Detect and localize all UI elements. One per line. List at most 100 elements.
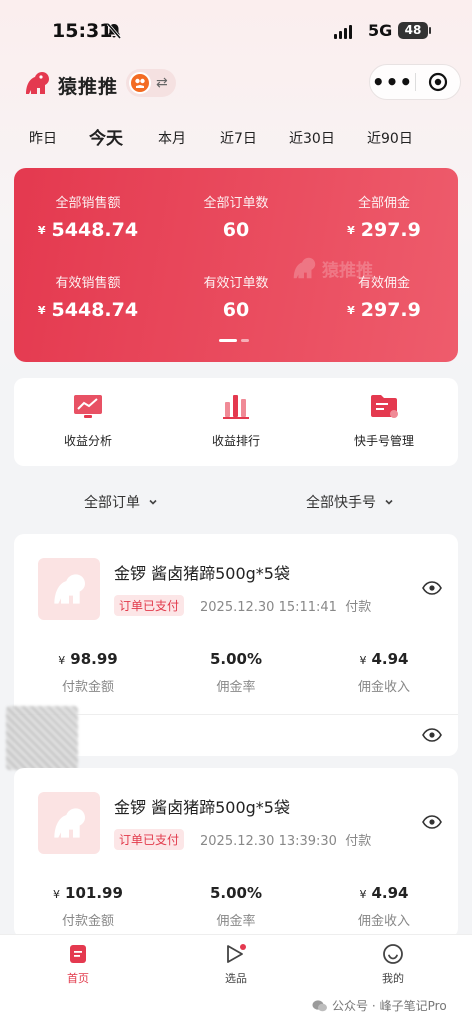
payment-amount: ¥101.99 付款金额 — [14, 884, 162, 929]
tab-today[interactable]: 今天 — [89, 124, 123, 149]
order-card[interactable]: 金锣 酱卤猪蹄500g*5袋 订单已支付 2025.12.30 15:11:41… — [14, 534, 458, 756]
currency-symbol: ¥ — [359, 888, 367, 901]
valid-commission-value: 297.9 — [360, 299, 421, 321]
smile-icon — [383, 944, 403, 964]
menu-earnings-ranking[interactable]: 收益排行 — [162, 392, 310, 449]
product-title: 金锣 酱卤猪蹄500g*5袋 — [114, 798, 290, 817]
commission-income-label: 佣金收入 — [357, 914, 410, 929]
tab-last-7-days[interactable]: 近7日 — [220, 128, 257, 148]
close-miniprogram-icon[interactable] — [416, 72, 460, 92]
signal-icon — [334, 25, 352, 39]
watermark-name: 峰子笔记Pro — [379, 999, 447, 1013]
chevron-down-icon — [149, 499, 157, 505]
order-time: 2025.12.30 13:39:30 付款 — [200, 830, 371, 849]
currency-symbol: ¥ — [37, 304, 46, 317]
order-time-suffix: 付款 — [345, 600, 372, 615]
wechat-icon — [312, 999, 327, 1011]
nav-label: 首页 — [67, 972, 89, 985]
bar-chart-icon — [223, 395, 249, 419]
currency-symbol: ¥ — [58, 654, 66, 667]
nav-mine[interactable]: 我的 — [353, 943, 433, 986]
bell-muted-icon — [106, 22, 122, 44]
currency-symbol: ¥ — [347, 224, 355, 237]
commission-rate: 5.00% 佣金率 — [162, 650, 310, 695]
placeholder-logo-icon — [54, 574, 85, 604]
placeholder-logo-icon — [54, 808, 85, 838]
battery-icon: 48 — [398, 22, 431, 39]
total-commission-stat: 全部佣金 ¥297.9 — [310, 192, 458, 241]
product-title: 金锣 酱卤猪蹄500g*5袋 — [114, 564, 290, 583]
play-icon — [227, 944, 246, 963]
valid-commission-stat: 有效佣金 ¥297.9 — [310, 272, 458, 321]
currency-symbol: ¥ — [347, 304, 355, 317]
order-timestamp: 2025.12.30 15:11:41 — [200, 600, 337, 615]
tab-last-30-days[interactable]: 近30日 — [289, 128, 335, 148]
commission-rate-unit: % — [246, 650, 263, 668]
folder-icon — [371, 395, 398, 418]
currency-symbol: ¥ — [359, 654, 367, 667]
tab-last-90-days[interactable]: 近90日 — [367, 128, 413, 148]
commission-income-label: 佣金收入 — [357, 680, 410, 695]
account-filter-dropdown[interactable]: 全部快手号 — [306, 492, 394, 512]
commission-rate-unit: % — [246, 884, 263, 902]
app-logo-icon — [22, 68, 52, 102]
order-card[interactable]: 金锣 酱卤猪蹄500g*5袋 订单已支付 2025.12.30 13:39:30… — [14, 768, 458, 938]
total-orders-value: 60 — [222, 219, 250, 241]
total-commission-label: 全部佣金 — [357, 196, 410, 211]
chevron-down-icon — [385, 499, 393, 505]
commission-income: ¥4.94 佣金收入 — [310, 650, 458, 695]
commission-rate: 5.00% 佣金率 — [162, 884, 310, 929]
quick-menu: 收益分析 收益排行 快手号管理 — [14, 378, 458, 466]
valid-commission-label: 有效佣金 — [357, 276, 410, 291]
valid-orders-stat: 有效订单数 60 — [162, 272, 310, 321]
order-filter-dropdown[interactable]: 全部订单 — [84, 492, 158, 512]
commission-income-value: 4.94 — [371, 884, 409, 902]
tab-this-month[interactable]: 本月 — [158, 128, 186, 148]
menu-label: 收益排行 — [211, 434, 260, 448]
nav-selection[interactable]: 选品 — [196, 943, 276, 986]
app-name: 猿推推 — [58, 76, 119, 98]
product-thumbnail — [38, 792, 100, 854]
status-badge: 订单已支付 — [114, 829, 185, 850]
status-badge: 订单已支付 — [114, 595, 185, 616]
account-filter-label: 全部快手号 — [306, 495, 376, 511]
valid-sales-label: 有效销售额 — [55, 276, 121, 291]
battery-level: 48 — [404, 23, 422, 37]
eye-icon[interactable] — [422, 580, 442, 599]
payment-amount-label: 付款金额 — [61, 914, 114, 929]
total-sales-value: 5448.74 — [51, 219, 139, 241]
menu-label: 收益分析 — [63, 434, 112, 448]
valid-sales-stat: 有效销售额 ¥5448.74 — [14, 272, 162, 321]
account-switcher[interactable]: ⇄ — [126, 69, 176, 97]
chart-line-icon — [74, 395, 102, 418]
summary-card[interactable]: 猿推推 全部销售额 ¥5448.74 全部订单数 60 全部佣金 ¥297.9 … — [14, 168, 458, 362]
eye-icon[interactable] — [422, 814, 442, 833]
payment-amount: ¥98.99 付款金额 — [14, 650, 162, 695]
redacted-area — [6, 706, 78, 770]
wechat-watermark: 公众号 · 峰子笔记Pro — [312, 997, 447, 1014]
total-sales-label: 全部销售额 — [55, 196, 121, 211]
currency-symbol: ¥ — [53, 888, 61, 901]
date-tabs: 昨日 今天 本月 近7日 近30日 近90日 — [0, 124, 472, 152]
account-avatar-icon — [129, 72, 151, 94]
more-icon[interactable]: ••• — [370, 72, 415, 92]
total-commission-value: 297.9 — [360, 219, 421, 241]
total-sales-stat: 全部销售额 ¥5448.74 — [14, 192, 162, 241]
commission-rate-label: 佣金率 — [216, 680, 256, 695]
payment-amount-label: 付款金额 — [61, 680, 114, 695]
eye-icon[interactable] — [422, 727, 442, 746]
nav-label: 选品 — [225, 972, 247, 985]
network-type: 5G — [368, 21, 393, 40]
tab-yesterday[interactable]: 昨日 — [29, 128, 57, 148]
order-time: 2025.12.30 15:11:41 付款 — [200, 596, 371, 615]
menu-account-management[interactable]: 快手号管理 — [310, 392, 458, 449]
watermark-prefix: 公众号 · — [332, 999, 376, 1013]
commission-rate-value: 5.00 — [209, 884, 247, 902]
nav-label: 我的 — [382, 972, 404, 985]
order-time-suffix: 付款 — [345, 834, 372, 849]
payment-amount-value: 98.99 — [70, 650, 118, 668]
nav-home[interactable]: 首页 — [38, 943, 118, 986]
menu-earnings-analysis[interactable]: 收益分析 — [14, 392, 162, 449]
total-orders-stat: 全部订单数 60 — [162, 192, 310, 241]
commission-rate-value: 5.00 — [209, 650, 247, 668]
